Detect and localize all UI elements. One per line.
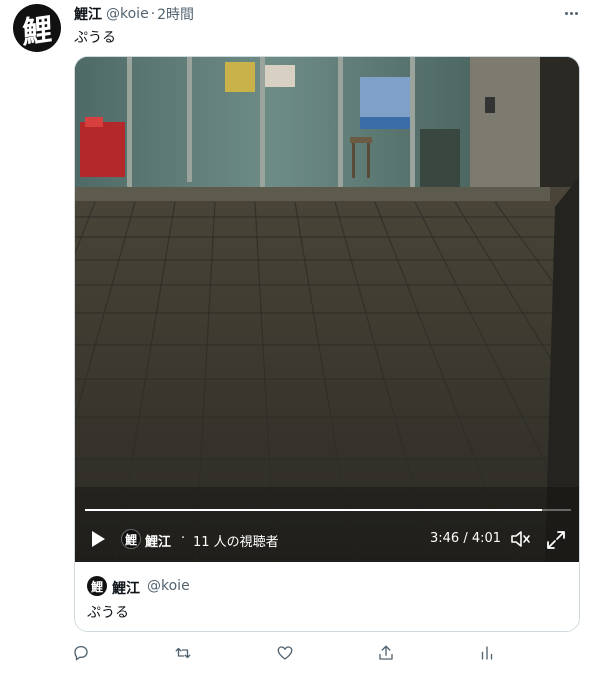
more-dot	[569, 11, 573, 15]
timestamp[interactable]: 2時間	[157, 4, 194, 24]
like-button[interactable]	[276, 644, 298, 666]
retweet-button[interactable]	[174, 644, 196, 666]
quote-handle[interactable]: @koie	[147, 578, 190, 594]
volume-button[interactable]	[510, 530, 532, 548]
fullscreen-button[interactable]	[546, 530, 566, 550]
more-horizontal-icon	[564, 11, 568, 15]
retweet-icon	[175, 647, 191, 659]
tweet: 鯉 鯉江 @koie · 2時間 ぷうる 鯉 鯉江 · 11 人の視聴者 3:4…	[0, 0, 595, 673]
analytics-button[interactable]	[478, 644, 500, 666]
handle[interactable]: @koie	[106, 6, 149, 22]
like-icon	[277, 646, 293, 660]
play-button[interactable]	[89, 530, 107, 548]
tweet-text: ぷうる	[74, 30, 116, 46]
play-icon	[92, 531, 105, 547]
avatar[interactable]: 鯉	[13, 4, 61, 52]
share-button[interactable]	[377, 644, 399, 666]
channel-name[interactable]: 鯉江	[145, 531, 171, 550]
more-dot	[574, 11, 578, 15]
share-icon	[379, 645, 393, 660]
volume-icon	[511, 531, 530, 547]
avatar-glyph: 鯉	[21, 11, 53, 52]
quote-avatar[interactable]: 鯉	[87, 576, 107, 596]
action-bar	[72, 644, 522, 666]
tweet-header: 鯉江 @koie · 2時間	[74, 4, 194, 24]
display-name[interactable]: 鯉江	[74, 4, 102, 24]
channel-avatar[interactable]: 鯉	[121, 529, 141, 549]
video-player[interactable]: 鯉 鯉江 · 11 人の視聴者 3:46 / 4:01	[75, 57, 579, 562]
quote-display-name[interactable]: 鯉江	[112, 578, 140, 598]
fullscreen-icon	[547, 531, 565, 549]
analytics-icon	[481, 646, 493, 660]
reply-icon	[74, 645, 88, 661]
channel-separator: ·	[181, 531, 186, 546]
video-frame	[75, 57, 579, 562]
video-controls: 鯉 鯉江 · 11 人の視聴者 3:46 / 4:01	[75, 523, 579, 555]
quote-text: ぷうる	[87, 605, 129, 621]
more-options-button[interactable]	[560, 4, 582, 22]
timecode: 3:46 / 4:01	[430, 531, 502, 546]
progress-fill	[85, 509, 542, 511]
quoted-tweet[interactable]: 鯉 鯉江 @koie ぷうる	[75, 562, 579, 631]
viewer-count: 11 人の視聴者	[193, 535, 279, 550]
media-card: 鯉 鯉江 · 11 人の視聴者 3:46 / 4:01 鯉 鯉江 @koie ぷ…	[74, 56, 580, 632]
header-separator: ·	[150, 6, 156, 22]
reply-button[interactable]	[72, 644, 94, 666]
progress-bar[interactable]	[85, 509, 571, 511]
